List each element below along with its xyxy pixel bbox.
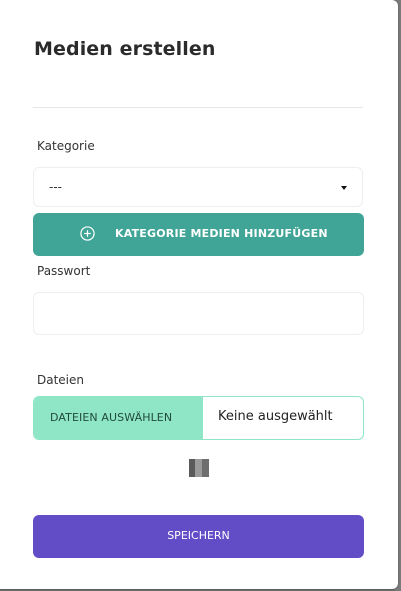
plus-circle-icon — [80, 226, 95, 241]
file-picker[interactable]: DATEIEN AUSWÄHLEN Keine ausgewählt — [33, 396, 364, 440]
image-placeholder-icon — [189, 459, 209, 477]
caret-down-icon — [341, 186, 347, 190]
choose-files-button[interactable]: DATEIEN AUSWÄHLEN — [34, 397, 203, 439]
file-status-text: Keine ausgewählt — [218, 409, 333, 424]
files-label: Dateien — [37, 373, 85, 387]
dialog-title: Medien erstellen — [34, 38, 216, 60]
add-category-button-label: KATEGORIE MEDIEN HINZUFÜGEN — [115, 227, 328, 240]
password-label: Passwort — [37, 264, 91, 278]
category-select[interactable]: --- — [33, 167, 363, 207]
save-button-label: SPEICHERN — [167, 529, 230, 542]
category-label: Kategorie — [37, 139, 95, 153]
save-button[interactable]: SPEICHERN — [33, 515, 364, 558]
choose-files-button-label: DATEIEN AUSWÄHLEN — [50, 411, 173, 424]
password-input[interactable] — [33, 292, 364, 335]
create-media-dialog: Medien erstellen Kategorie --- KATEGORIE… — [0, 0, 398, 589]
category-selected-value: --- — [49, 180, 62, 194]
title-divider — [33, 107, 363, 108]
add-category-button[interactable]: KATEGORIE MEDIEN HINZUFÜGEN — [33, 213, 364, 256]
